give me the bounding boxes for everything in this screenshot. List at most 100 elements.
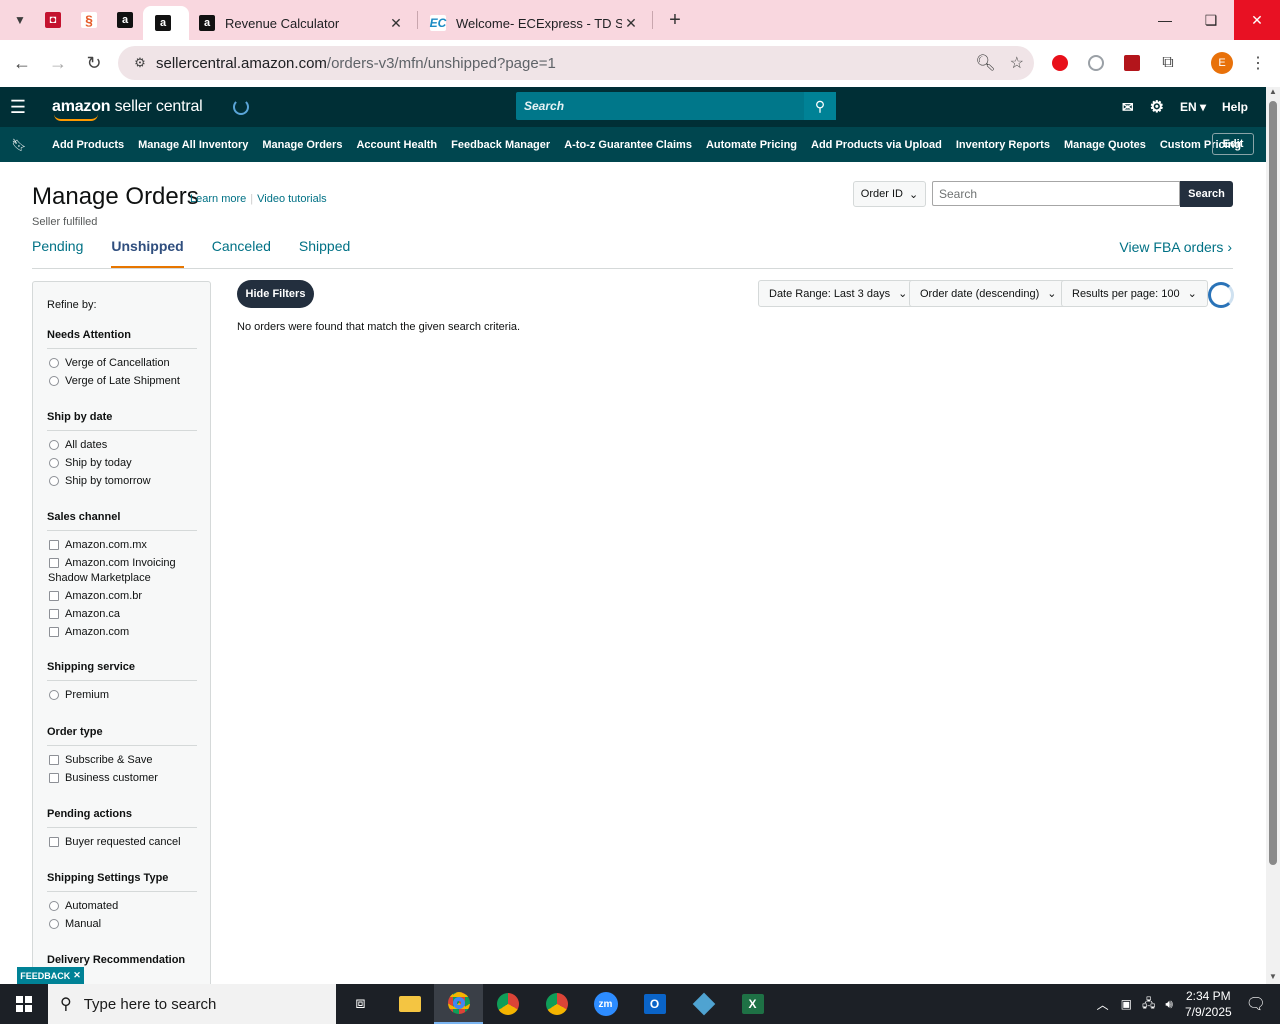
filter-option[interactable]: Buyer requested cancel <box>47 836 197 849</box>
window-close-button[interactable]: ✕ <box>1234 0 1280 40</box>
filter-option[interactable]: Verge of Late Shipment <box>47 375 197 388</box>
url-text[interactable]: sellercentral.amazon.com/orders-v3/mfn/u… <box>156 55 556 72</box>
extensions-puzzle-icon[interactable]: ⧉ <box>1152 47 1184 79</box>
chrome-icon[interactable] <box>434 984 483 1024</box>
profile-avatar[interactable]: E <box>1206 47 1238 79</box>
close-icon[interactable]: ✕ <box>387 15 405 32</box>
menu-item-account-health[interactable]: Account Health <box>356 139 437 151</box>
reload-button[interactable]: ↻ <box>76 46 112 82</box>
seller-central-logo[interactable]: amazon seller central <box>52 98 203 121</box>
edit-menu-button[interactable]: Edit <box>1212 133 1254 155</box>
hide-filters-button[interactable]: Hide Filters <box>237 280 314 308</box>
back-button[interactable]: ← <box>4 46 40 82</box>
radio-button[interactable] <box>49 901 59 911</box>
chrome-profile-icon[interactable] <box>483 984 532 1024</box>
filter-option[interactable]: Premium <box>47 689 197 702</box>
extension-red-icon[interactable] <box>1044 47 1076 79</box>
menu-item-inventory-reports[interactable]: Inventory Reports <box>956 139 1050 151</box>
order-id-select[interactable]: Order ID ⌄ <box>853 181 926 207</box>
order-search-button[interactable]: Search <box>1180 181 1233 207</box>
tab-search-button[interactable]: ▼ <box>5 6 35 34</box>
filter-option[interactable]: Ship by tomorrow <box>47 475 197 488</box>
omnibox[interactable]: ⚙ sellercentral.amazon.com/orders-v3/mfn… <box>118 46 1034 80</box>
settings-gear-icon[interactable]: ⚙ <box>1150 97 1164 117</box>
filter-option[interactable]: Amazon.ca <box>47 608 197 621</box>
taskbar-search-box[interactable]: ⚲ Type here to search <box>48 984 336 1024</box>
pinned-tab-4[interactable]: a <box>143 6 189 40</box>
checkbox[interactable] <box>49 591 59 601</box>
pinned-tab-1[interactable]: ◘ <box>35 0 71 40</box>
checkbox[interactable] <box>49 558 59 568</box>
tray-overflow-chevron-icon[interactable]: ︿ <box>1097 996 1109 1013</box>
order-search-input[interactable] <box>932 181 1180 206</box>
radio-button[interactable] <box>49 476 59 486</box>
close-icon[interactable]: ✕ <box>622 15 640 32</box>
page-scrollbar[interactable]: ▲ ▼ <box>1266 87 1280 984</box>
search-icon[interactable]: ⚲ <box>804 92 836 120</box>
sort-dropdown[interactable]: Order date (descending) ⌄ <box>909 280 1068 307</box>
hamburger-menu-icon[interactable]: ☰ <box>0 97 36 118</box>
minimize-button[interactable]: — <box>1142 0 1188 40</box>
chrome-profile-icon[interactable] <box>532 984 581 1024</box>
filter-option[interactable]: Amazon.com <box>47 626 197 639</box>
menu-item-manage-quotes[interactable]: Manage Quotes <box>1064 139 1146 151</box>
checkbox[interactable] <box>49 755 59 765</box>
tray-app-icon[interactable]: ▣ <box>1121 997 1132 1011</box>
site-info-icon[interactable]: ⚙ <box>126 55 154 71</box>
date-range-dropdown[interactable]: Date Range: Last 3 days ⌄ <box>758 280 919 307</box>
filter-option[interactable]: Amazon.com Invoicing <box>47 557 197 570</box>
filter-option[interactable]: Amazon.com.mx <box>47 539 197 552</box>
network-icon[interactable]: 🖧︎ <box>1142 994 1155 1015</box>
mail-icon[interactable]: ✉ <box>1122 99 1134 116</box>
forward-button[interactable]: → <box>40 46 76 82</box>
filter-option[interactable]: Business customer <box>47 772 197 785</box>
bookmark-icon[interactable]: 🔖︎ <box>0 138 38 152</box>
extension-globe-icon[interactable] <box>1080 47 1112 79</box>
filter-option[interactable]: Manual <box>47 918 197 931</box>
volume-icon[interactable]: 🔊︎ <box>1165 997 1173 1012</box>
help-link[interactable]: Help <box>1222 100 1248 114</box>
extension-pdf-icon[interactable] <box>1116 47 1148 79</box>
task-view-icon[interactable]: ⧈ <box>336 984 385 1024</box>
taskbar-clock[interactable]: 2:34 PM 7/9/2025 <box>1185 988 1232 1020</box>
restore-button[interactable]: ❏ <box>1188 0 1234 40</box>
menu-item-add-products-upload[interactable]: Add Products via Upload <box>811 139 942 151</box>
outlook-icon[interactable]: O <box>630 984 679 1024</box>
close-icon[interactable]: ✕ <box>73 970 81 981</box>
pinned-tab-2[interactable]: § <box>71 0 107 40</box>
radio-button[interactable] <box>49 458 59 468</box>
checkbox[interactable] <box>49 627 59 637</box>
new-tab-button[interactable]: + <box>661 6 689 34</box>
filter-option[interactable]: Amazon.com.br <box>47 590 197 603</box>
bookmark-star-icon[interactable]: ☆ <box>1010 53 1024 73</box>
filter-option[interactable]: Verge of Cancellation <box>47 357 197 370</box>
checkbox[interactable] <box>49 837 59 847</box>
menu-item-manage-orders[interactable]: Manage Orders <box>262 139 342 151</box>
menu-item-feedback-manager[interactable]: Feedback Manager <box>451 139 550 151</box>
browser-menu-icon[interactable]: ⋮ <box>1242 47 1274 79</box>
menu-item-manage-all-inventory[interactable]: Manage All Inventory <box>138 139 248 151</box>
scrollbar-thumb[interactable] <box>1269 101 1277 865</box>
pinned-tab-3[interactable]: a <box>107 0 143 40</box>
radio-button[interactable] <box>49 358 59 368</box>
checkbox[interactable] <box>49 773 59 783</box>
start-button[interactable] <box>0 984 48 1024</box>
language-selector[interactable]: EN ▾ <box>1180 100 1206 114</box>
filter-option[interactable]: Automated <box>47 900 197 913</box>
file-explorer-icon[interactable] <box>385 984 434 1024</box>
results-per-page-dropdown[interactable]: Results per page: 100 ⌄ <box>1061 280 1208 307</box>
tab-canceled[interactable]: Canceled <box>212 238 271 268</box>
checkbox[interactable] <box>49 609 59 619</box>
menu-item-automate-pricing[interactable]: Automate Pricing <box>706 139 797 151</box>
radio-button[interactable] <box>49 440 59 450</box>
view-fba-orders-link[interactable]: View FBA orders › <box>1119 239 1232 255</box>
feedback-tab[interactable]: FEEDBACK ✕ <box>17 967 84 984</box>
checkbox[interactable] <box>49 540 59 550</box>
menu-item-add-products[interactable]: Add Products <box>52 139 124 151</box>
zoom-app-icon[interactable]: zm <box>581 984 630 1024</box>
filter-option[interactable]: Subscribe & Save <box>47 754 197 767</box>
tab-unshipped[interactable]: Unshipped <box>111 238 184 268</box>
zoom-icon[interactable]: 🔍︎ <box>975 53 995 73</box>
radio-button[interactable] <box>49 690 59 700</box>
tab-pending[interactable]: Pending <box>32 238 83 268</box>
